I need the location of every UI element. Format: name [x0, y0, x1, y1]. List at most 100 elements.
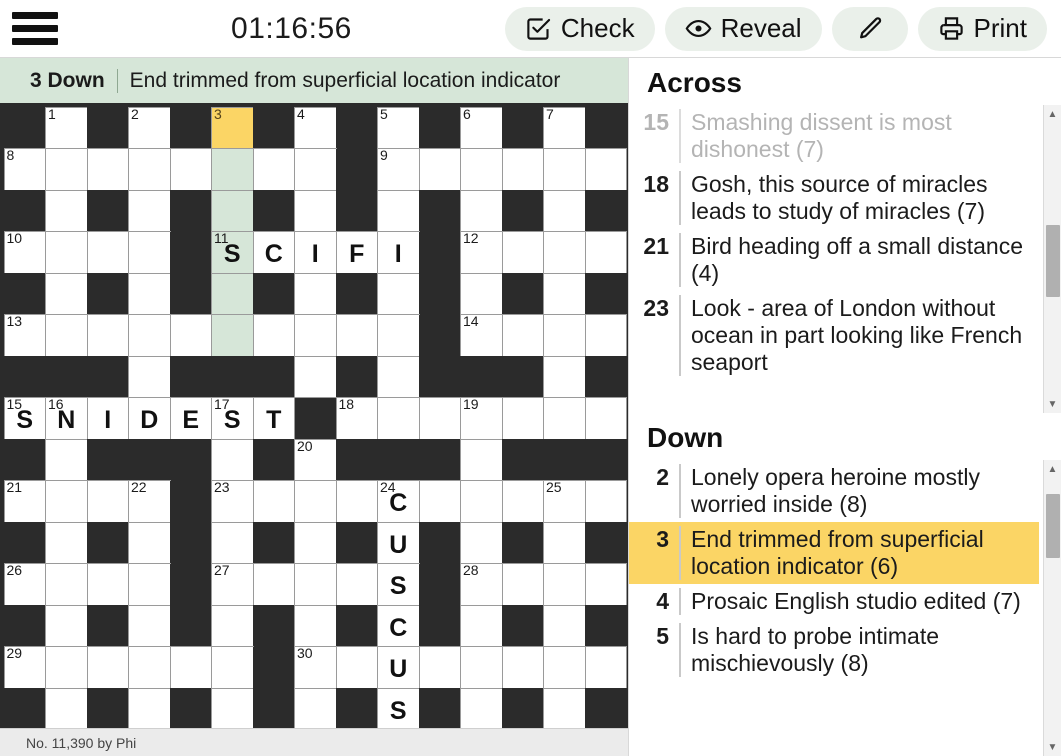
grid-cell[interactable] [211, 272, 254, 315]
clue-item[interactable]: 23 Look - area of London without ocean in… [629, 291, 1039, 380]
grid-cell[interactable]: I [86, 397, 129, 440]
grid-cell[interactable]: 11 S [211, 231, 254, 274]
grid-cell[interactable] [501, 314, 544, 357]
grid-cell[interactable] [45, 480, 88, 523]
grid-cell[interactable] [543, 272, 586, 315]
grid-cell[interactable] [86, 480, 129, 523]
down-scroll-area[interactable]: 2 Lonely opera heroine mostly worried ins… [629, 460, 1061, 756]
grid-cell[interactable]: 20 [294, 438, 337, 481]
grid-cell[interactable] [501, 563, 544, 606]
grid-cell[interactable] [543, 314, 586, 357]
grid-cell[interactable] [543, 355, 586, 398]
grid-cell[interactable] [294, 687, 337, 728]
grid-cell[interactable] [211, 646, 254, 689]
grid-cell[interactable] [460, 480, 503, 523]
grid-cell[interactable] [335, 563, 378, 606]
grid-cell[interactable]: 1 [45, 106, 88, 149]
grid-cell[interactable] [294, 604, 337, 647]
grid-cell[interactable]: 27 [211, 563, 254, 606]
grid-cell[interactable] [128, 521, 171, 564]
grid-cell[interactable]: 16 N [45, 397, 88, 440]
grid-cell[interactable] [584, 231, 627, 274]
grid-cell[interactable] [418, 480, 461, 523]
grid-cell[interactable] [128, 189, 171, 232]
print-button[interactable]: Print [917, 6, 1047, 51]
grid-cell[interactable]: 7 [543, 106, 586, 149]
grid-cell[interactable] [584, 148, 627, 191]
grid-cell[interactable]: 14 [460, 314, 503, 357]
grid-cell[interactable] [543, 646, 586, 689]
grid-cell[interactable] [294, 314, 337, 357]
clue-item[interactable]: 5 Is hard to probe intimate mischievously… [629, 619, 1039, 681]
grid-cell[interactable] [45, 148, 88, 191]
grid-cell[interactable] [252, 563, 295, 606]
grid-cell[interactable] [584, 397, 627, 440]
grid-cell[interactable] [460, 272, 503, 315]
grid-cell[interactable] [460, 687, 503, 728]
grid-cell[interactable] [584, 480, 627, 523]
grid-cell[interactable]: 15 S [3, 397, 46, 440]
grid-cell[interactable]: 5 [377, 106, 420, 149]
grid-cell[interactable] [128, 604, 171, 647]
grid-cell[interactable] [543, 397, 586, 440]
grid-cell[interactable] [86, 314, 129, 357]
grid-cell[interactable] [45, 189, 88, 232]
grid-cell[interactable] [86, 563, 129, 606]
grid-cell[interactable] [128, 355, 171, 398]
grid-cell[interactable] [169, 148, 212, 191]
grid-cell[interactable] [211, 189, 254, 232]
grid-cell[interactable] [211, 687, 254, 728]
clue-item[interactable]: 21 Bird heading off a small distance (4) [629, 229, 1039, 291]
clue-item[interactable]: 2 Lonely opera heroine mostly worried ins… [629, 460, 1039, 522]
grid-cell[interactable] [211, 438, 254, 481]
grid-cell[interactable] [501, 397, 544, 440]
grid-cell[interactable] [128, 148, 171, 191]
grid-cell[interactable]: U [377, 521, 420, 564]
grid-cell[interactable] [543, 687, 586, 728]
grid-cell[interactable]: 10 [3, 231, 46, 274]
grid-cell[interactable] [211, 604, 254, 647]
grid-cell[interactable] [252, 480, 295, 523]
grid-cell[interactable] [294, 272, 337, 315]
grid-cell[interactable] [128, 314, 171, 357]
grid-cell[interactable] [169, 646, 212, 689]
grid-cell[interactable]: 25 [543, 480, 586, 523]
grid-cell[interactable] [543, 189, 586, 232]
grid-cell[interactable] [294, 189, 337, 232]
grid-cell[interactable]: 19 [460, 397, 503, 440]
grid-cell[interactable]: 3 [211, 106, 254, 149]
grid-cell[interactable]: 24 C [377, 480, 420, 523]
grid-cell[interactable] [211, 148, 254, 191]
grid-cell[interactable] [211, 314, 254, 357]
grid-cell[interactable] [211, 521, 254, 564]
grid-cell[interactable] [377, 272, 420, 315]
scrollbar-thumb[interactable] [1046, 225, 1060, 297]
grid-cell[interactable] [377, 189, 420, 232]
grid-cell[interactable] [418, 646, 461, 689]
grid-cell[interactable]: S [377, 563, 420, 606]
grid-cell[interactable] [377, 314, 420, 357]
grid-cell[interactable]: I [377, 231, 420, 274]
clue-item[interactable]: 3 End trimmed from superficial location i… [629, 522, 1039, 584]
scroll-up-arrow-icon[interactable]: ▲ [1044, 460, 1061, 478]
grid-cell[interactable]: E [169, 397, 212, 440]
grid-cell[interactable] [294, 480, 337, 523]
scroll-up-arrow-icon[interactable]: ▲ [1044, 105, 1061, 123]
crossword-grid[interactable]: 1 2 3 4 5 6 7 8 9 10 11 S C I F I 12 13 14 15 S 16 N I D E 17 S T 18 1… [3, 106, 627, 728]
grid-cell[interactable]: T [252, 397, 295, 440]
grid-cell[interactable]: 13 [3, 314, 46, 357]
grid-cell[interactable] [86, 646, 129, 689]
grid-cell[interactable]: 23 [211, 480, 254, 523]
grid-cell[interactable] [460, 189, 503, 232]
grid-cell[interactable] [45, 521, 88, 564]
grid-cell[interactable] [584, 646, 627, 689]
grid-cell[interactable] [543, 231, 586, 274]
grid-cell[interactable] [377, 397, 420, 440]
grid-cell[interactable]: 6 [460, 106, 503, 149]
grid-cell[interactable] [86, 231, 129, 274]
grid-cell[interactable] [418, 397, 461, 440]
down-scrollbar[interactable]: ▲ ▼ [1043, 460, 1061, 756]
across-scrollbar[interactable]: ▲ ▼ [1043, 105, 1061, 413]
grid-cell[interactable] [377, 355, 420, 398]
grid-cell[interactable] [335, 480, 378, 523]
